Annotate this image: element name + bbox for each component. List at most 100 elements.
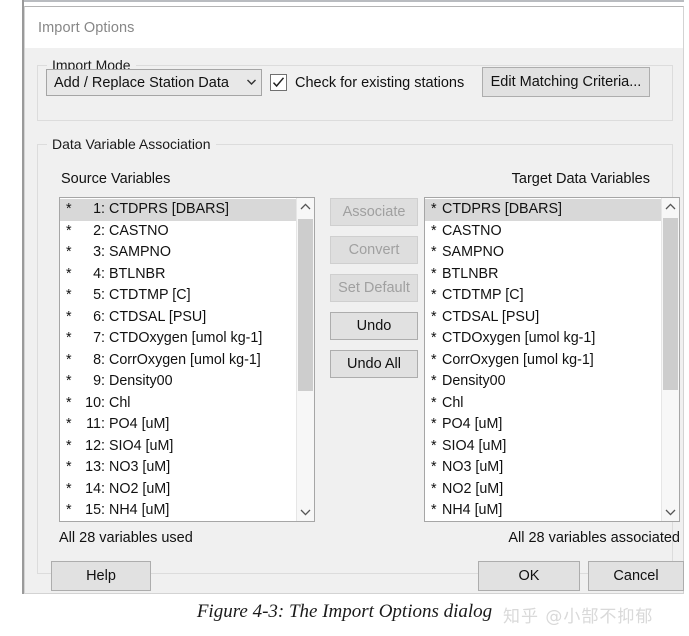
list-item[interactable]: * CTDSAL [PSU] bbox=[425, 307, 661, 329]
import-mode-dropdown[interactable]: Add / Replace Station Data bbox=[46, 69, 262, 96]
list-item-index: 9: bbox=[93, 373, 105, 389]
scroll-up-arrow-icon[interactable] bbox=[662, 198, 679, 215]
target-list-scroll-thumb[interactable] bbox=[663, 218, 678, 390]
list-item-label: BTLNBR bbox=[109, 265, 166, 282]
source-status-text: All 28 variables used bbox=[59, 530, 193, 546]
list-item[interactable]: * 12: SIO4 [uM] bbox=[60, 436, 296, 458]
asterisk-marker-icon: * bbox=[66, 437, 72, 454]
import-options-dialog: Import Options Import Mode Add / Replace… bbox=[24, 6, 684, 594]
source-variables-label: Source Variables bbox=[61, 171, 171, 187]
list-item[interactable]: * 15: NH4 [uM] bbox=[60, 500, 296, 521]
dialog-title: Import Options bbox=[38, 20, 135, 36]
asterisk-marker-icon: * bbox=[66, 480, 72, 497]
list-item[interactable]: * CTDOxygen [umol kg-1] bbox=[425, 328, 661, 350]
list-item-label: Chl bbox=[442, 394, 464, 411]
list-item[interactable]: * 3: SAMPNO bbox=[60, 242, 296, 264]
list-item-index: 8: bbox=[93, 351, 105, 368]
convert-button[interactable]: Convert bbox=[330, 236, 418, 264]
target-list-scrollbar[interactable] bbox=[661, 198, 679, 521]
asterisk-marker-icon: * bbox=[66, 265, 72, 282]
cancel-button[interactable]: Cancel bbox=[588, 561, 684, 591]
list-item[interactable]: * 7: CTDOxygen [umol kg-1] bbox=[60, 328, 296, 350]
list-item[interactable]: * 13: NO3 [uM] bbox=[60, 457, 296, 479]
edit-matching-criteria-button[interactable]: Edit Matching Criteria... bbox=[482, 67, 650, 97]
list-item[interactable]: * CTDPRS [DBARS] bbox=[425, 199, 661, 221]
list-item-index: 13: bbox=[85, 459, 105, 475]
list-item-label: NO2 [uM] bbox=[442, 480, 504, 497]
help-button[interactable]: Help bbox=[51, 561, 151, 591]
associate-button[interactable]: Associate bbox=[330, 198, 418, 226]
asterisk-marker-icon: * bbox=[66, 394, 72, 411]
list-item[interactable]: * CASTNO bbox=[425, 221, 661, 243]
asterisk-marker-icon: * bbox=[431, 201, 437, 217]
list-item-label: SAMPNO bbox=[109, 244, 171, 260]
list-item[interactable]: * 2: CASTNO bbox=[60, 221, 296, 243]
list-item[interactable]: * PO4 [uM] bbox=[425, 414, 661, 436]
dialog-body: Import Mode Add / Replace Station Data C… bbox=[25, 48, 684, 593]
source-list-scrollbar[interactable] bbox=[296, 198, 314, 521]
set-default-button[interactable]: Set Default bbox=[330, 274, 418, 302]
ok-button[interactable]: OK bbox=[478, 561, 580, 591]
scroll-down-arrow-icon[interactable] bbox=[662, 504, 679, 521]
list-item-label: CTDOxygen [umol kg-1] bbox=[442, 330, 596, 346]
list-item-index: 1: bbox=[93, 201, 105, 217]
dialog-titlebar: Import Options bbox=[25, 7, 683, 48]
list-item-label: CTDPRS [DBARS] bbox=[109, 201, 229, 217]
list-item-index: 12: bbox=[85, 437, 105, 454]
list-item-index: 4: bbox=[93, 265, 105, 282]
list-item-label: Density00 bbox=[109, 373, 173, 389]
asterisk-marker-icon: * bbox=[66, 502, 72, 518]
list-item[interactable]: * 10: Chl bbox=[60, 393, 296, 415]
list-item[interactable]: * NO2 [uM] bbox=[425, 479, 661, 501]
list-item[interactable]: * BTLNBR bbox=[425, 264, 661, 286]
list-item-label: Density00 bbox=[442, 373, 506, 389]
check-existing-stations-checkbox[interactable] bbox=[270, 74, 287, 91]
data-variable-association-group: Data Variable Association Source Variabl… bbox=[37, 136, 680, 574]
scroll-down-arrow-icon[interactable] bbox=[297, 504, 314, 521]
list-item[interactable]: * SIO4 [uM] bbox=[425, 436, 661, 458]
list-item-label: NH4 [uM] bbox=[442, 502, 503, 518]
list-item[interactable]: * CTDTMP [C] bbox=[425, 285, 661, 307]
list-item[interactable]: * 4: BTLNBR bbox=[60, 264, 296, 286]
asterisk-marker-icon: * bbox=[66, 244, 72, 260]
asterisk-marker-icon: * bbox=[66, 330, 72, 346]
list-item[interactable]: * NO3 [uM] bbox=[425, 457, 661, 479]
list-item-label: SIO4 [uM] bbox=[442, 437, 507, 454]
check-existing-stations-row[interactable]: Check for existing stations bbox=[270, 70, 464, 95]
list-item[interactable]: * 14: NO2 [uM] bbox=[60, 479, 296, 501]
list-item[interactable]: * SAMPNO bbox=[425, 242, 661, 264]
list-item-label: Chl bbox=[109, 394, 131, 411]
checkmark-icon bbox=[272, 77, 285, 88]
target-data-variables-label: Target Data Variables bbox=[511, 171, 650, 187]
watermark: 知乎 @小郜不抑郁 bbox=[503, 607, 654, 627]
asterisk-marker-icon: * bbox=[66, 373, 72, 389]
list-item-index: 14: bbox=[85, 480, 105, 497]
list-item[interactable]: * CorrOxygen [umol kg-1] bbox=[425, 350, 661, 372]
list-item-label: CTDOxygen [umol kg-1] bbox=[109, 330, 263, 346]
list-item-label: CASTNO bbox=[109, 222, 169, 239]
list-item-label: SAMPNO bbox=[442, 244, 504, 260]
list-item[interactable]: * Density00 bbox=[425, 371, 661, 393]
list-item-index: 10: bbox=[85, 394, 105, 411]
scroll-up-arrow-icon[interactable] bbox=[297, 198, 314, 215]
undo-all-button[interactable]: Undo All bbox=[330, 350, 418, 378]
list-item[interactable]: * NH4 [uM] bbox=[425, 500, 661, 521]
list-item[interactable]: * 1: CTDPRS [DBARS] bbox=[60, 199, 296, 221]
asterisk-marker-icon: * bbox=[431, 437, 437, 454]
source-variables-listbox[interactable]: * 1: CTDPRS [DBARS] * 2: CASTNO * 3: SAMPNO * 4: BT… bbox=[59, 197, 315, 522]
list-item[interactable]: * 5: CTDTMP [C] bbox=[60, 285, 296, 307]
asterisk-marker-icon: * bbox=[66, 201, 72, 217]
list-item[interactable]: * 6: CTDSAL [PSU] bbox=[60, 307, 296, 329]
list-item[interactable]: * 11: PO4 [uM] bbox=[60, 414, 296, 436]
list-item[interactable]: * Chl bbox=[425, 393, 661, 415]
asterisk-marker-icon: * bbox=[66, 351, 72, 368]
target-variables-listbox[interactable]: * CTDPRS [DBARS] * CASTNO * SAMPNO * BTLNBR * CTD… bbox=[424, 197, 680, 522]
list-item[interactable]: * 8: CorrOxygen [umol kg-1] bbox=[60, 350, 296, 372]
list-item[interactable]: * 9: Density00 bbox=[60, 371, 296, 393]
source-list-scroll-thumb[interactable] bbox=[298, 219, 313, 391]
asterisk-marker-icon: * bbox=[431, 308, 437, 325]
list-item-label: CTDSAL [PSU] bbox=[442, 308, 540, 325]
undo-button[interactable]: Undo bbox=[330, 312, 418, 340]
target-variables-items: * CTDPRS [DBARS] * CASTNO * SAMPNO * BTLNBR * CTD… bbox=[425, 198, 661, 521]
list-item-label: PO4 [uM] bbox=[442, 416, 503, 432]
